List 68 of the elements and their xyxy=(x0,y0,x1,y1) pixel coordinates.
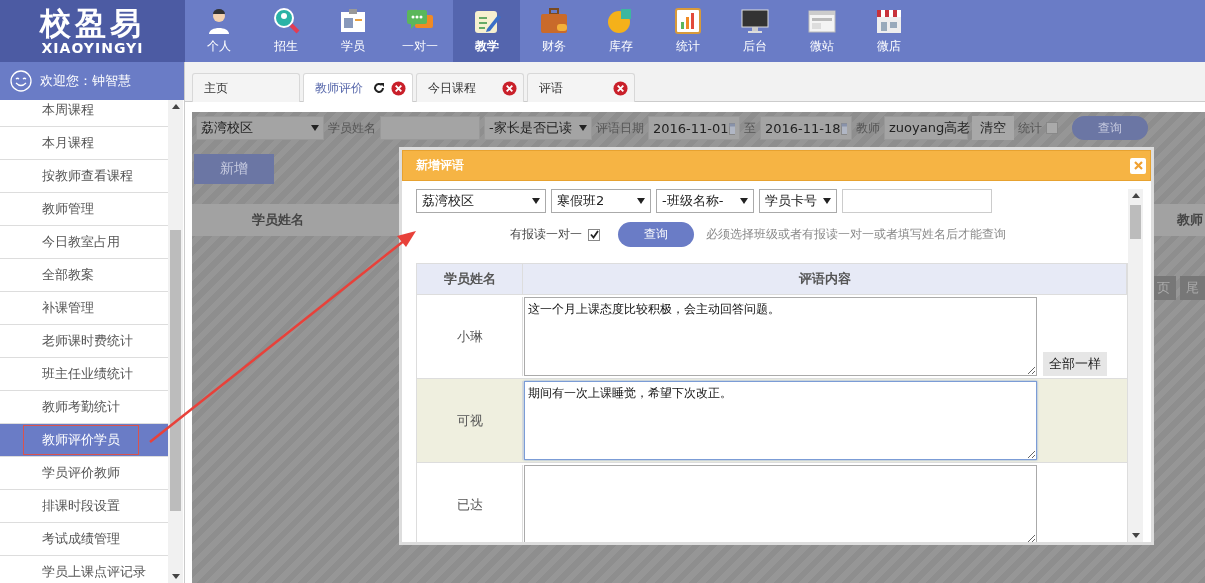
search-by-select[interactable]: 学员卡号 xyxy=(759,189,837,213)
close-icon[interactable] xyxy=(613,80,628,96)
caret-icon xyxy=(579,125,587,131)
dialog-title: 新增评语 xyxy=(416,157,464,174)
class-type-select[interactable]: 寒假班2 xyxy=(551,189,651,213)
nav-item[interactable]: 后台 xyxy=(721,0,788,62)
clear-button[interactable]: 清空 xyxy=(972,116,1014,140)
column-header: 教师 xyxy=(1177,211,1203,229)
date-from-field[interactable]: 2016-11-01 xyxy=(648,116,740,140)
calendar-icon[interactable] xyxy=(840,121,847,135)
check-icon xyxy=(589,230,599,239)
tab[interactable]: 主页 xyxy=(192,73,300,102)
query-button[interactable]: 查询 xyxy=(618,222,694,247)
comment-field[interactable] xyxy=(524,465,1037,542)
nav-item[interactable]: 微店 xyxy=(855,0,922,62)
nav-item[interactable]: 教学 xyxy=(453,0,520,62)
nav-item[interactable]: 一对一 xyxy=(386,0,453,62)
one-on-one-label: 有报读一对一 xyxy=(510,226,582,243)
tab[interactable]: 评语 xyxy=(527,73,635,102)
search-field[interactable] xyxy=(842,189,992,213)
campus-select[interactable]: 荔湾校区 xyxy=(416,189,546,213)
one-on-one-checkbox[interactable] xyxy=(588,228,600,241)
close-button[interactable] xyxy=(1130,157,1146,174)
hint-text: 必须选择班级或者有报读一对一或者填写姓名后才能查询 xyxy=(706,226,1006,243)
nav-item[interactable]: 学员 xyxy=(319,0,386,62)
column-header: 学员姓名 xyxy=(252,211,304,229)
nav-item[interactable]: 微站 xyxy=(788,0,855,62)
comment-field[interactable]: 这一个月上课态度比较积极，会主动回答问题。 xyxy=(524,297,1037,376)
tab[interactable]: 今日课程 xyxy=(416,73,524,102)
tab[interactable]: 教师评价 xyxy=(303,73,413,102)
logo-subtitle: XIAOYINGYI xyxy=(41,40,144,56)
class-name-select[interactable]: -班级名称- xyxy=(656,189,754,213)
monitor-icon xyxy=(739,7,770,35)
scroll-thumb[interactable] xyxy=(170,230,181,511)
nav-item[interactable]: 库存 xyxy=(587,0,654,62)
scrollbar[interactable] xyxy=(1128,189,1143,542)
calendar-icon[interactable] xyxy=(728,121,735,135)
scrollbar[interactable] xyxy=(168,100,183,583)
sidebar-item[interactable]: 本周课程 xyxy=(0,100,168,127)
parent-read-select[interactable]: -家长是否已读 xyxy=(484,116,592,140)
date-to-field[interactable]: 2016-11-18 xyxy=(760,116,852,140)
student-name-cell: 已达 xyxy=(417,465,523,542)
stats-checkbox[interactable] xyxy=(1046,122,1058,134)
close-icon[interactable] xyxy=(502,80,517,96)
refresh-icon[interactable] xyxy=(373,82,385,94)
date-label: 评语日期 xyxy=(596,119,644,137)
web-page-icon xyxy=(806,7,837,35)
nav-item[interactable]: 统计 xyxy=(654,0,721,62)
welcome-text: 欢迎您：钟智慧 xyxy=(40,72,131,90)
to-label: 至 xyxy=(744,119,756,137)
copy-all-button[interactable]: 全部一样 xyxy=(1043,352,1107,376)
student-name-cell: 可视 xyxy=(417,381,523,460)
student-name-cell: 小琳 xyxy=(417,297,523,376)
scroll-thumb[interactable] xyxy=(1130,205,1141,239)
teacher-field[interactable]: zuoyang高老 xyxy=(884,116,968,140)
nav-item[interactable]: 招生 xyxy=(252,0,319,62)
comment-field[interactable]: 期间有一次上课睡觉，希望下次改正。 xyxy=(524,381,1037,460)
sidebar-item[interactable]: 教师评价学员 xyxy=(0,424,168,457)
campus-select[interactable]: 荔湾校区 xyxy=(196,116,324,140)
nav-item[interactable]: 财务 xyxy=(520,0,587,62)
logo-title: 校盈易 xyxy=(40,6,145,40)
close-icon[interactable] xyxy=(391,80,406,96)
briefcase-icon xyxy=(538,7,569,35)
caret-icon xyxy=(311,125,319,131)
nav-item[interactable]: 个人 xyxy=(185,0,252,62)
bar-chart-icon xyxy=(672,7,703,35)
smiley-icon xyxy=(10,70,32,92)
stats-label: 统计 xyxy=(1018,119,1042,137)
